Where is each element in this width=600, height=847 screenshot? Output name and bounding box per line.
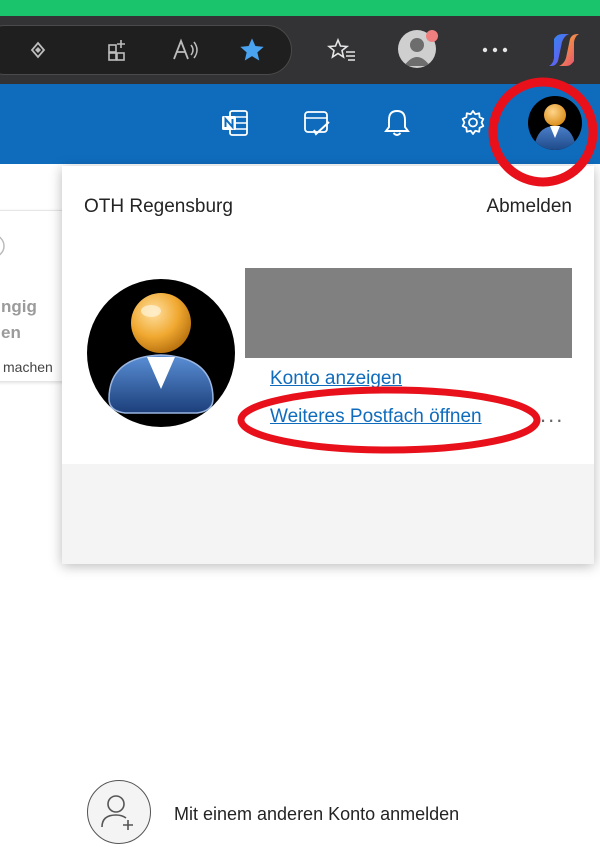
flyout-account-section: OTH Regensburg Abmelden Konto anzeigen W… — [62, 166, 594, 464]
read-aloud-icon[interactable] — [170, 36, 202, 64]
background-card: ngig en machen — [0, 210, 64, 382]
os-top-strip — [0, 0, 600, 16]
settings-gear-icon[interactable] — [456, 106, 490, 140]
flyout-add-account-section[interactable]: Mit einem anderen Konto anmelden — [62, 464, 594, 844]
user-avatar-icon — [534, 104, 576, 150]
browser-toolbar — [0, 16, 600, 84]
account-manager-button[interactable] — [528, 96, 582, 150]
info-icon — [0, 236, 5, 256]
add-person-icon — [87, 780, 151, 844]
view-account-link[interactable]: Konto anzeigen — [270, 368, 402, 390]
background-text-fragment-2: en — [1, 323, 21, 342]
favorites-list-icon[interactable] — [325, 35, 359, 65]
sign-out-link[interactable]: Abmelden — [486, 196, 572, 218]
more-actions-button[interactable]: ... — [540, 402, 564, 428]
profile-notification-dot — [426, 30, 438, 42]
app-grid-icon[interactable] — [104, 36, 132, 64]
favorite-star-icon[interactable] — [236, 35, 268, 65]
my-day-icon[interactable] — [300, 106, 334, 140]
organization-name: OTH Regensburg — [84, 196, 233, 217]
background-text-fragment-3: machen — [3, 359, 53, 375]
account-name-redacted — [245, 268, 572, 358]
onenote-icon[interactable] — [218, 106, 252, 140]
account-flyout: OTH Regensburg Abmelden Konto anzeigen W… — [62, 166, 594, 844]
add-account-label: Mit einem anderen Konto anmelden — [174, 804, 460, 824]
outlook-app-bar — [0, 84, 600, 164]
copilot-icon[interactable] — [544, 30, 584, 70]
more-options-icon[interactable] — [478, 36, 512, 64]
background-text-fragment-1: ngig — [1, 297, 37, 316]
notifications-bell-icon[interactable] — [380, 106, 414, 140]
account-avatar — [87, 279, 235, 427]
user-avatar-icon — [108, 293, 214, 414]
open-other-mailbox-link[interactable]: Weiteres Postfach öffnen — [270, 406, 482, 428]
reader-icon[interactable] — [24, 36, 52, 64]
